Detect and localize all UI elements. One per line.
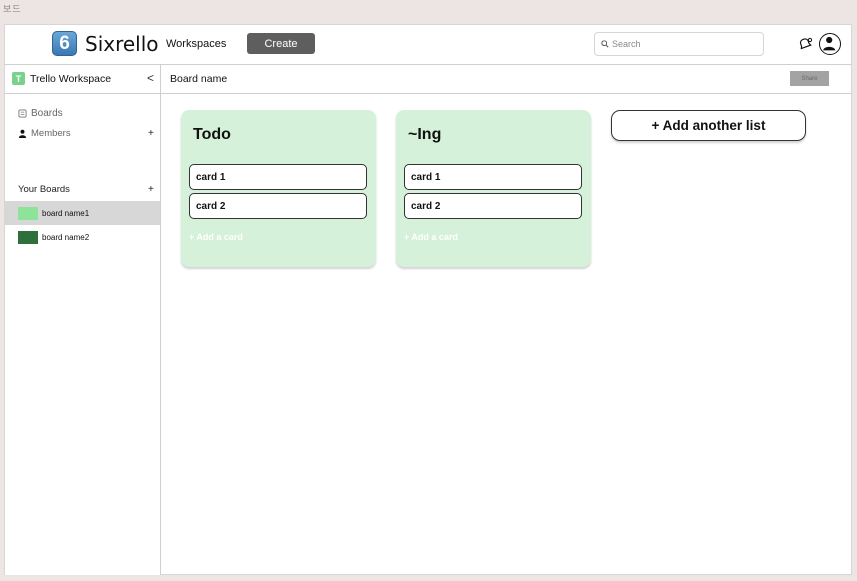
search-icon bbox=[601, 40, 609, 48]
board-name-label: board name1 bbox=[42, 208, 90, 218]
board-title[interactable]: Board name bbox=[170, 73, 227, 85]
notification-bell-icon[interactable] bbox=[797, 36, 813, 52]
workspace-name[interactable]: Trello Workspace bbox=[30, 73, 111, 85]
sidebar-board-item[interactable]: board name2 bbox=[5, 225, 160, 249]
workspaces-menu[interactable]: Workspaces bbox=[166, 38, 226, 50]
workspace-badge-icon: T bbox=[12, 72, 25, 85]
list-column[interactable]: ~Ing card 1 card 2 + Add a card bbox=[396, 110, 591, 267]
sidebar-item-label: Members bbox=[31, 128, 71, 139]
sidebar: T Trello Workspace < Boards Members + Yo… bbox=[5, 65, 161, 575]
list-title[interactable]: ~Ing bbox=[408, 126, 441, 144]
add-card-button[interactable]: + Add a card bbox=[189, 232, 243, 242]
board-header: Board name Share bbox=[161, 65, 852, 94]
board-color-swatch bbox=[18, 230, 38, 244]
board-color-swatch bbox=[18, 206, 38, 220]
card[interactable]: card 2 bbox=[189, 193, 367, 219]
list-title[interactable]: Todo bbox=[193, 126, 231, 144]
workspace-header: T Trello Workspace < bbox=[5, 65, 160, 94]
board-icon bbox=[18, 109, 27, 118]
list-column[interactable]: Todo card 1 card 2 + Add a card bbox=[181, 110, 376, 267]
sidebar-item-members[interactable]: Members bbox=[18, 128, 71, 139]
board-name-label: board name2 bbox=[42, 232, 90, 242]
add-list-button[interactable]: + Add another list bbox=[611, 110, 806, 141]
sidebar-item-boards[interactable]: Boards bbox=[18, 108, 63, 119]
app-logo-text[interactable]: Sixrello bbox=[85, 32, 159, 56]
collapse-sidebar-button[interactable]: < bbox=[147, 71, 154, 85]
search-input[interactable] bbox=[612, 39, 752, 49]
add-card-button[interactable]: + Add a card bbox=[404, 232, 458, 242]
top-navigation-bar: 6 Sixrello Workspaces Create bbox=[5, 25, 851, 65]
your-boards-heading: Your Boards bbox=[18, 184, 70, 195]
card[interactable]: card 1 bbox=[189, 164, 367, 190]
add-member-button[interactable]: + bbox=[148, 128, 154, 139]
logo-badge-icon[interactable]: 6 bbox=[52, 31, 77, 56]
user-avatar-icon[interactable] bbox=[819, 33, 841, 55]
share-button[interactable]: Share bbox=[790, 71, 829, 86]
add-board-button[interactable]: + bbox=[148, 184, 154, 195]
card[interactable]: card 1 bbox=[404, 164, 582, 190]
search-box[interactable] bbox=[594, 32, 764, 56]
sidebar-board-item[interactable]: board name1 bbox=[5, 201, 160, 225]
card[interactable]: card 2 bbox=[404, 193, 582, 219]
app-window: 6 Sixrello Workspaces Create T Trello Wo… bbox=[4, 24, 852, 575]
create-button[interactable]: Create bbox=[247, 33, 315, 54]
person-icon bbox=[18, 129, 27, 138]
frame-label: 보드 bbox=[3, 5, 22, 15]
sidebar-item-label: Boards bbox=[31, 108, 63, 119]
